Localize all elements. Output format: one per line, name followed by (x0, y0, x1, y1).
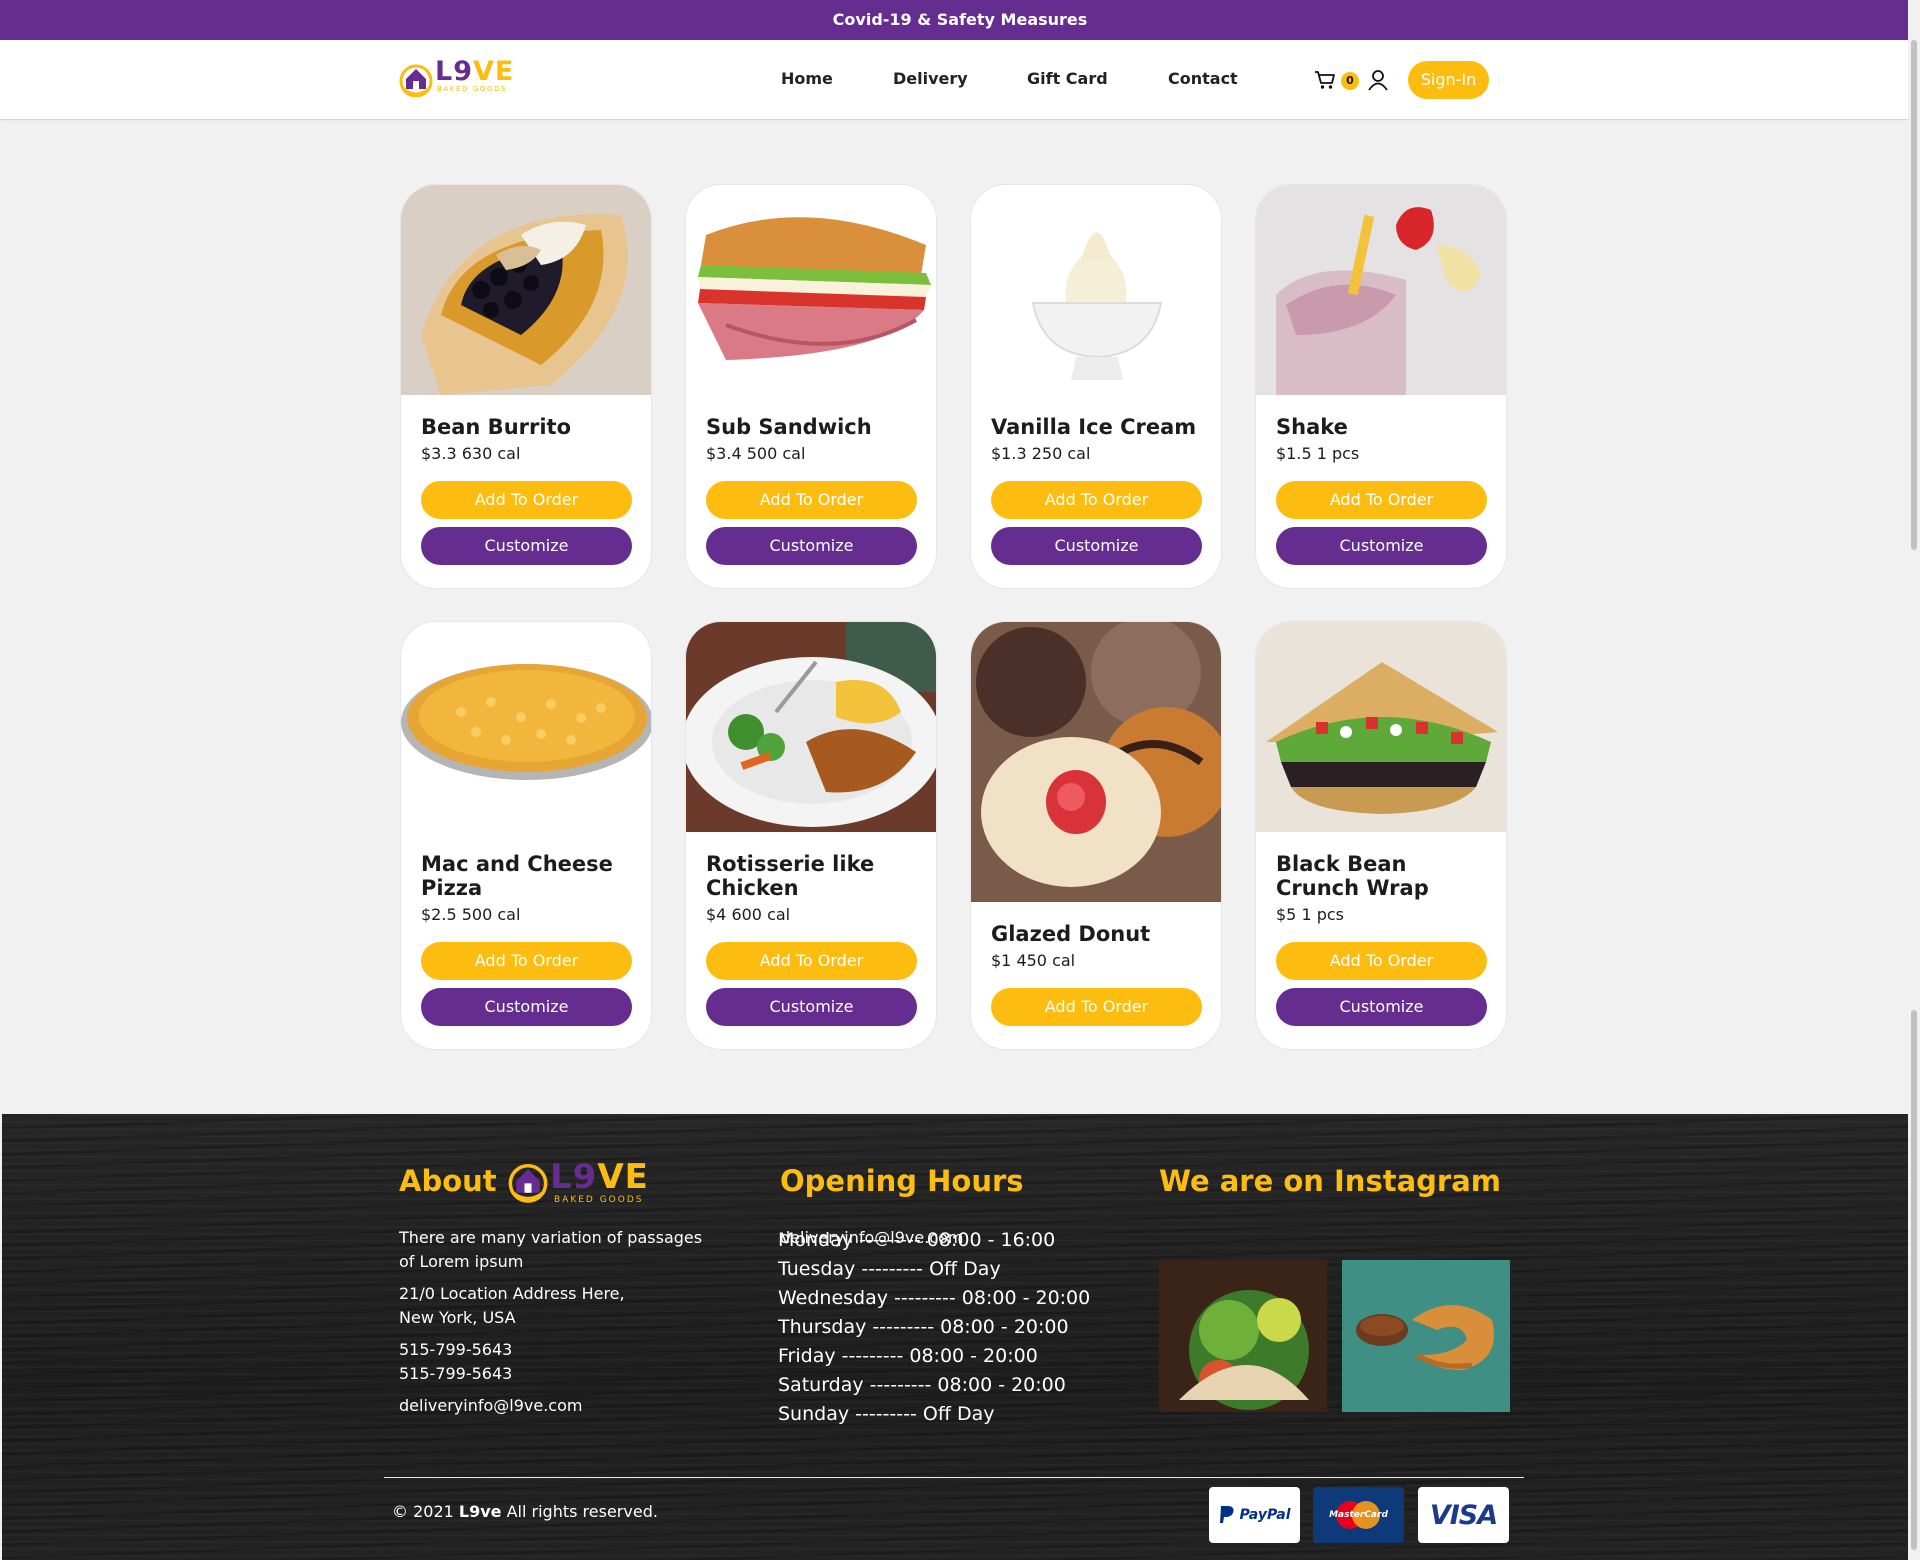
product-name: Glazed Donut (991, 922, 1151, 946)
customize-button[interactable]: Customize (1276, 527, 1487, 565)
add-to-order-button[interactable]: Add To Order (991, 988, 1202, 1026)
hours-row-wednesday: Wednesday --------- 08:00 - 20:00 (778, 1287, 1091, 1309)
phone-number[interactable]: 515-799-5643 (399, 1362, 512, 1386)
product-price-meta: $4 600 cal (706, 905, 791, 924)
add-to-order-button[interactable]: Add To Order (706, 481, 917, 519)
customize-button[interactable]: Customize (421, 527, 632, 565)
add-to-order-button[interactable]: Add To Order (706, 942, 917, 980)
home-logo-icon (399, 64, 433, 97)
product-image-vanilla-ice-cream[interactable] (971, 185, 1221, 395)
logo-wordmark: L9VE (435, 56, 515, 87)
visa-badge: VISA (1418, 1487, 1509, 1543)
scrollbar-thumb[interactable] (1911, 1010, 1917, 1550)
about-text-line: There are many variation of passages (399, 1228, 703, 1247)
nav-delivery[interactable]: Delivery (893, 69, 968, 88)
logo-tagline: BAKED GOODS (437, 85, 508, 93)
nav-home[interactable]: Home (781, 69, 833, 88)
footer-logo[interactable]: L9VE BAKED GOODS (508, 1157, 678, 1207)
product-name: Vanilla Ice Cream (991, 415, 1197, 439)
hours-row-thursday: Thursday --------- 08:00 - 20:00 (778, 1316, 1069, 1338)
product-card: Vanilla Ice Cream $1.3 250 cal Add To Or… (970, 184, 1222, 589)
customize-button[interactable]: Customize (421, 988, 632, 1026)
cart-icon[interactable] (1314, 70, 1336, 90)
about-title: About (399, 1164, 497, 1198)
product-price-meta: $5 1 pcs (1276, 905, 1344, 924)
opening-hours-list: Monday --------- 08:00 - 16:00 Tuesday -… (778, 1226, 1090, 1429)
phone-number[interactable]: 515-799-5643 (399, 1338, 512, 1362)
product-image-glazed-donut[interactable] (971, 622, 1221, 902)
paypal-badge: PayPal (1209, 1487, 1300, 1543)
hours-row-saturday: Saturday --------- 08:00 - 20:00 (778, 1374, 1066, 1396)
product-price-meta: $3.4 500 cal (706, 444, 806, 463)
home-logo-icon (508, 1163, 548, 1203)
product-card: Glazed Donut $1 450 cal Add To Order (970, 621, 1222, 1050)
product-name: Black Bean Crunch Wrap (1276, 852, 1429, 900)
product-card: Rotisserie like Chicken $4 600 cal Add T… (685, 621, 937, 1050)
product-price-meta: $1.5 1 pcs (1276, 444, 1360, 463)
copyright-brand[interactable]: L9ve (459, 1502, 502, 1521)
customize-button[interactable]: Customize (706, 988, 917, 1026)
add-to-order-button[interactable]: Add To Order (1276, 942, 1487, 980)
hours-row-sunday: Sunday --------- Off Day (778, 1403, 995, 1425)
mastercard-badge: MasterCard (1313, 1487, 1404, 1543)
hours-row-tuesday: Tuesday --------- Off Day (778, 1258, 1001, 1280)
instagram-photo[interactable] (1342, 1260, 1510, 1412)
product-name: Shake (1276, 415, 1348, 439)
product-card: Bean Burrito $3.3 630 cal Add To Order C… (400, 184, 652, 589)
email-link[interactable]: deliveryinfo@l9ve.com (399, 1394, 582, 1418)
user-icon[interactable] (1367, 69, 1389, 91)
footer-logo-tagline: BAKED GOODS (554, 1195, 644, 1205)
site-header: L9VE BAKED GOODS Home Delivery Gift Card… (0, 40, 1920, 120)
product-image-sub-sandwich[interactable] (686, 185, 936, 395)
address-line: 21/0 Location Address Here, (399, 1284, 625, 1303)
copyright: © 2021 L9ve All rights reserved. (392, 1502, 658, 1521)
product-image-shake[interactable] (1256, 185, 1506, 395)
instagram-photo[interactable] (1159, 1260, 1327, 1412)
product-name: Rotisserie like Chicken (706, 852, 875, 900)
instagram-title: We are on Instagram (1159, 1164, 1501, 1198)
product-image-bean-burrito[interactable] (401, 185, 651, 395)
hours-row-friday: Friday --------- 08:00 - 20:00 (778, 1345, 1038, 1367)
product-price-meta: $1 450 cal (991, 951, 1076, 970)
product-price-meta: $3.3 630 cal (421, 444, 521, 463)
product-image-mac-and-cheese-pizza[interactable] (401, 622, 651, 832)
product-card: Sub Sandwich $3.4 500 cal Add To Order C… (685, 184, 937, 589)
opening-hours-title: Opening Hours (780, 1164, 1024, 1198)
cart-count-badge: 0 (1341, 72, 1359, 90)
product-card: Mac and Cheese Pizza $2.5 500 cal Add To… (400, 621, 652, 1050)
scrollbar-thumb[interactable] (1911, 40, 1917, 550)
product-name: Mac and Cheese Pizza (421, 852, 613, 900)
covid-banner[interactable]: Covid-19 & Safety Measures (0, 0, 1920, 40)
add-to-order-button[interactable]: Add To Order (421, 942, 632, 980)
nav-contact[interactable]: Contact (1168, 69, 1238, 88)
footer-logo-wordmark: L9VE (550, 1157, 649, 1197)
customize-button[interactable]: Customize (1276, 988, 1487, 1026)
product-image-black-bean-crunch-wrap[interactable] (1256, 622, 1506, 832)
sign-in-button[interactable]: Sign-In (1408, 61, 1489, 99)
customize-button[interactable]: Customize (991, 527, 1202, 565)
address-line: New York, USA (399, 1308, 516, 1327)
product-image-rotisserie-chicken[interactable] (686, 622, 936, 832)
product-price-meta: $2.5 500 cal (421, 905, 521, 924)
hours-row-monday: Monday --------- 08:00 - 16:00 (778, 1229, 1056, 1251)
paypal-icon (1220, 1506, 1234, 1523)
product-card: Shake $1.5 1 pcs Add To Order Customize (1255, 184, 1507, 589)
product-name: Bean Burrito (421, 415, 572, 439)
product-card: Black Bean Crunch Wrap $5 1 pcs Add To O… (1255, 621, 1507, 1050)
footer-divider (384, 1477, 1524, 1478)
customize-button[interactable]: Customize (706, 527, 917, 565)
about-text-line: of Lorem ipsum (399, 1252, 524, 1271)
product-price-meta: $1.3 250 cal (991, 444, 1091, 463)
nav-gift-card[interactable]: Gift Card (1027, 69, 1108, 88)
add-to-order-button[interactable]: Add To Order (421, 481, 632, 519)
add-to-order-button[interactable]: Add To Order (1276, 481, 1487, 519)
add-to-order-button[interactable]: Add To Order (991, 481, 1202, 519)
logo[interactable]: L9VE BAKED GOODS (399, 56, 531, 101)
product-name: Sub Sandwich (706, 415, 872, 439)
